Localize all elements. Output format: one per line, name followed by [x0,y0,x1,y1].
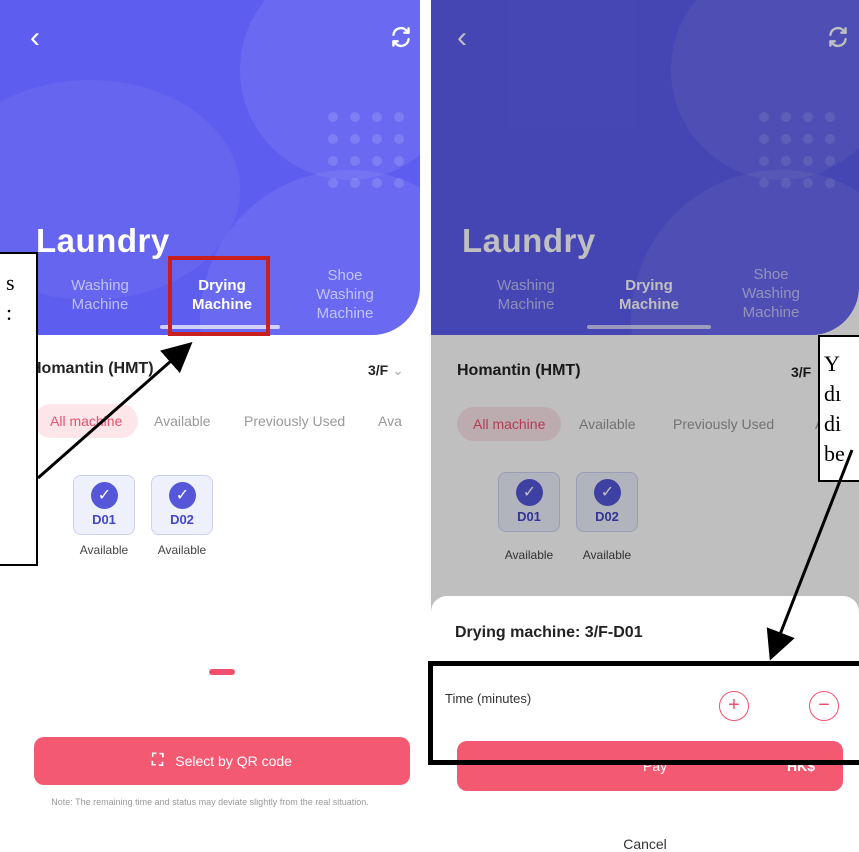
decor-dots [328,112,404,188]
check-icon: ✓ [91,482,118,509]
machine-card-d01[interactable]: ✓ D01 [73,475,135,535]
check-icon: ✓ [169,482,196,509]
tab-label-line: Washing [71,277,129,294]
floor-selector[interactable]: 3/F ⌄ [368,362,404,379]
machine-id: D01 [92,512,116,527]
filter-available[interactable]: Available [154,413,211,429]
location-name[interactable]: Homantin (HMT) [30,360,154,378]
filter-previously-used[interactable]: Previously Used [244,413,345,429]
machine-status: Available [157,543,207,557]
chevron-down-icon: ⌄ [392,362,404,378]
filter-partial[interactable]: Ava [378,413,402,429]
callout-text: be [824,441,845,466]
left-phone-screen: ‹ Laundry Washing Machine Drying Machine… [0,0,420,852]
right-callout-box: Y dı di be [818,335,859,482]
qr-button-label: Select by QR code [175,753,292,769]
callout-text: s [6,270,15,295]
page-indicator [209,669,235,675]
tab-washing-machine[interactable]: Washing Machine [45,276,155,314]
select-by-qr-button[interactable]: ⛶ Select by QR code [34,737,410,785]
callout-text: : [6,300,13,325]
callout-text: dı [824,381,842,406]
sheet-title: Drying machine: 3/F-D01 [455,624,643,641]
tab-label-line: Machine [316,305,374,322]
machine-id: D02 [170,512,194,527]
callout-text: Y [824,351,840,376]
cancel-link[interactable]: Cancel [431,836,859,852]
machine-card-d02[interactable]: ✓ D02 [151,475,213,535]
tab-label-line: Washing [316,286,374,303]
left-callout-box: s : [0,252,38,566]
tab-shoe-washing-machine[interactable]: Shoe Washing Machine [290,266,400,323]
qr-scan-icon: ⛶ [152,752,164,769]
drying-tab-highlight [168,256,270,336]
time-row-highlight [428,661,859,765]
refresh-icon[interactable] [388,24,414,50]
back-icon[interactable]: ‹ [30,23,40,53]
tab-label-line: Machine [71,296,129,313]
filter-all-machine[interactable]: All machine [34,404,139,438]
tab-label-line: Shoe [327,267,363,284]
machine-status: Available [79,543,129,557]
callout-text: di [824,411,842,436]
disclaimer-note: Note: The remaining time and status may … [51,797,369,807]
page-title: Laundry [36,222,170,259]
floor-value: 3/F [368,362,389,378]
